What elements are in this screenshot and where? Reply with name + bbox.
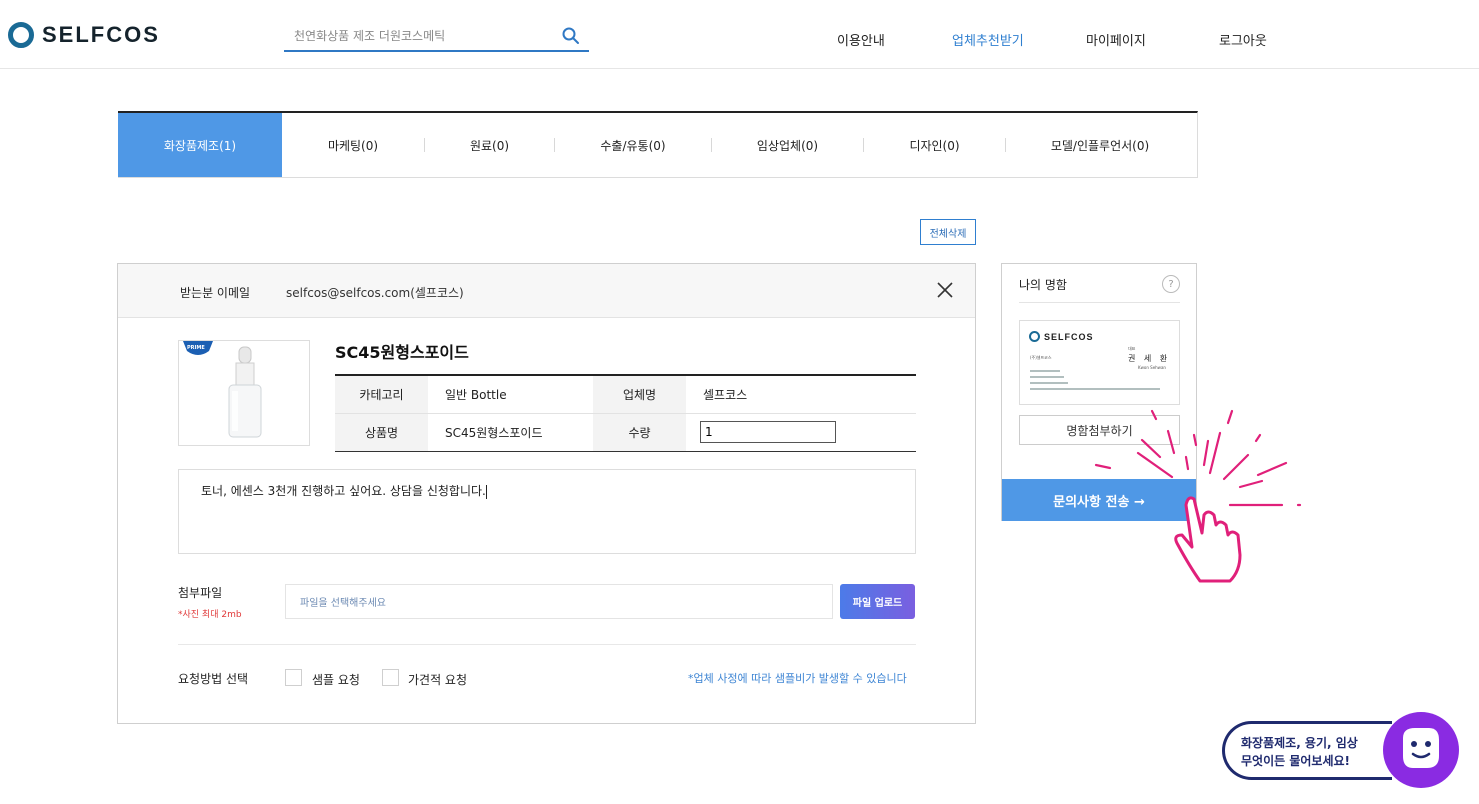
nav-guide[interactable]: 이용안내 — [837, 30, 885, 49]
file-input[interactable]: 파일을 선택해주세요 — [285, 584, 833, 619]
dropper-bottle-image: PRIME — [183, 341, 262, 438]
search-bar — [284, 22, 589, 52]
close-icon[interactable] — [935, 280, 955, 300]
logo-ring-icon — [1029, 331, 1040, 342]
search-input[interactable] — [284, 22, 554, 50]
quantity-cell — [686, 413, 916, 451]
header: SELFCOS 이용안내 업체추천받기 마이페이지 로그아웃 — [0, 0, 1479, 69]
divider — [178, 644, 916, 645]
nav-recommend[interactable]: 업체추천받기 — [952, 30, 1024, 49]
divider — [1019, 302, 1180, 303]
product-info-table: 카테고리 일반 Bottle 업체명 셀프코스 상품명 SC45원형스포이드 수… — [335, 374, 916, 452]
card-title: 대표 — [1128, 346, 1136, 351]
category-value: 일반 Bottle — [428, 375, 593, 414]
table-row: 상품명 SC45원형스포이드 수량 — [335, 413, 916, 451]
attachment-note: *사진 최대 2mb — [178, 610, 242, 620]
tab-design[interactable]: 디자인(0) — [864, 113, 1005, 177]
table-row: 카테고리 일반 Bottle 업체명 셀프코스 — [335, 375, 916, 414]
help-icon[interactable]: ? — [1162, 275, 1180, 293]
search-icon[interactable] — [561, 26, 581, 46]
message-text: 토너, 에센스 3천개 진행하고 싶어요. 상담을 신청합니다. — [201, 484, 486, 498]
delete-all-button[interactable]: 전체삭제 — [920, 219, 976, 245]
sample-request-label[interactable]: 샘플 요청 — [312, 671, 360, 688]
card-logo-text: SELFCOS — [1044, 331, 1094, 342]
business-card-preview: SELFCOS (주)셀프코스 대표 권 세 환 Kwon Sehwan — [1019, 320, 1180, 405]
tab-ingredients[interactable]: 원료(0) — [425, 113, 554, 177]
card-name: 권 세 환 — [1128, 354, 1171, 363]
chatbot-button[interactable] — [1383, 712, 1459, 788]
page: SELFCOS 이용안내 업체추천받기 마이페이지 로그아웃 화장품제조(1) … — [0, 0, 1479, 804]
tab-marketing[interactable]: 마케팅(0) — [282, 113, 424, 177]
company-value: 셀프코스 — [686, 375, 916, 414]
nav-logout[interactable]: 로그아웃 — [1219, 30, 1267, 49]
pointing-hand-icon — [1094, 409, 1302, 583]
sample-request-checkbox[interactable] — [285, 669, 302, 686]
estimate-request-label[interactable]: 가견적 요청 — [408, 671, 467, 688]
quantity-input[interactable] — [700, 421, 836, 443]
card-company: (주)셀프코스 — [1030, 355, 1052, 360]
logo-ring-icon — [8, 22, 34, 48]
category-label: 카테고리 — [335, 375, 428, 414]
chat-prompt-bubble[interactable]: 화장품제조, 용기, 임상 무엇이든 물어보세요! — [1222, 721, 1392, 780]
tab-cosmetics[interactable]: 화장품제조(1) — [118, 113, 282, 177]
estimate-request-checkbox[interactable] — [382, 669, 399, 686]
card-contact-lines — [1030, 370, 1160, 390]
prime-badge: PRIME — [187, 345, 205, 351]
chat-line-1: 화장품제조, 용기, 임상 — [1241, 736, 1358, 750]
company-label: 업체명 — [593, 375, 686, 414]
product-thumbnail[interactable]: PRIME — [178, 340, 310, 446]
message-textarea[interactable]: 토너, 에센스 3천개 진행하고 싶어요. 상담을 신청합니다. — [178, 469, 916, 554]
request-method-label: 요청방법 선택 — [178, 672, 249, 686]
logo-text: SELFCOS — [42, 22, 160, 47]
tab-export[interactable]: 수출/유통(0) — [555, 113, 711, 177]
product-title: SC45원형스포이드 — [335, 343, 469, 362]
quantity-label: 수량 — [593, 413, 686, 451]
recipient-label: 받는분 이메일 — [180, 286, 251, 300]
attachment-label: 첨부파일 — [178, 586, 223, 600]
side-title: 나의 명함 — [1019, 278, 1067, 292]
upload-button[interactable]: 파일 업로드 — [840, 584, 915, 619]
tab-clinical[interactable]: 임상업체(0) — [712, 113, 863, 177]
text-caret — [485, 484, 487, 499]
card-logo: SELFCOS — [1029, 331, 1094, 342]
sample-fee-notice: *업체 사정에 따라 샘플비가 발생할 수 있습니다 — [688, 672, 907, 685]
inquiry-card: 받는분 이메일 selfcos@selfcos.com(셀프코스) PRIME … — [117, 263, 976, 724]
tab-model[interactable]: 모델/인플루언서(0) — [1006, 113, 1194, 177]
logo[interactable]: SELFCOS — [8, 22, 160, 48]
category-tabs: 화장품제조(1) 마케팅(0) 원료(0) 수출/유통(0) 임상업체(0) 디… — [118, 111, 1198, 178]
chatbot-face-icon — [1403, 728, 1439, 768]
chat-line-2: 무엇이든 물어보세요! — [1241, 754, 1351, 768]
recipient-email: selfcos@selfcos.com(셀프코스) — [286, 286, 464, 300]
card-header: 받는분 이메일 selfcos@selfcos.com(셀프코스) — [118, 264, 975, 318]
nav-mypage[interactable]: 마이페이지 — [1086, 30, 1146, 49]
product-name-value: SC45원형스포이드 — [445, 425, 543, 440]
product-name-label: 상품명 — [335, 413, 428, 451]
